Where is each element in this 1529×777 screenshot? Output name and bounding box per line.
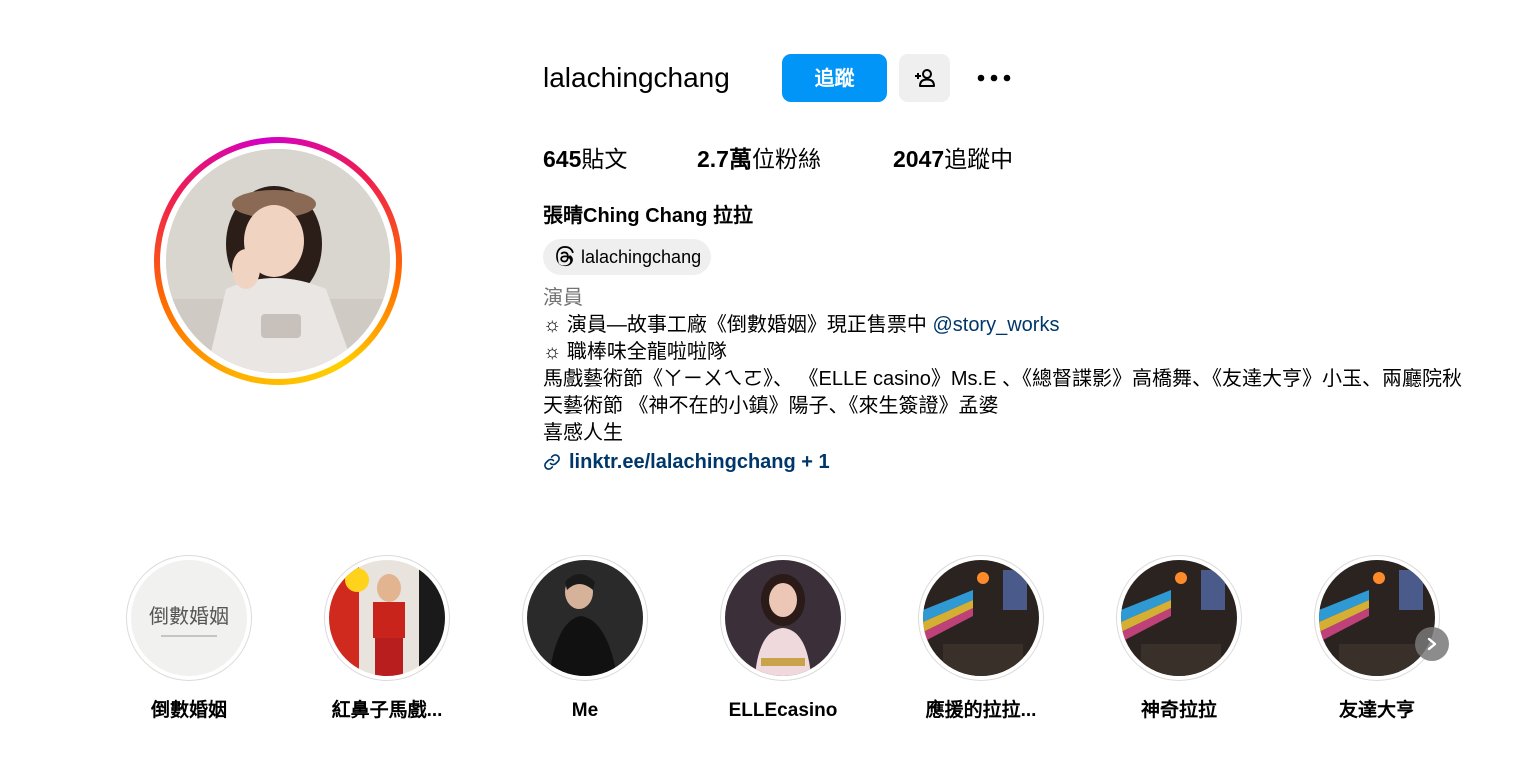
highlight-item[interactable]: Me	[515, 555, 655, 723]
posts-count: 645	[543, 146, 582, 172]
chevron-right-icon	[1427, 637, 1437, 651]
profile-avatar[interactable]	[154, 137, 402, 385]
highlight-item[interactable]: 應援的拉拉...	[911, 555, 1051, 723]
highlight-cover	[923, 560, 1039, 676]
highlight-label: 神奇拉拉	[1140, 700, 1217, 721]
posts-stat[interactable]: 645貼文	[543, 145, 627, 173]
following-count: 2047	[893, 146, 945, 172]
username: lalachingchang	[543, 62, 730, 93]
bio-line-4: 喜感人生	[543, 422, 623, 444]
highlight-label: 友達大亨	[1338, 700, 1415, 721]
highlight-cover-image	[329, 560, 445, 676]
bio-line-1: ☼ 演員—故事工廠《倒數婚姻》現正售票中 @story_works	[543, 312, 1473, 339]
posts-label: 貼文	[581, 146, 628, 172]
bio-line-3: 馬戲藝術節《ㄚㄧㄨㄟㄛ》、 《ELLE casino》Ms.E 、《總督諜影》高…	[543, 368, 1462, 417]
highlight-cover-image	[1121, 560, 1237, 676]
highlight-cover-text: 倒數婚姻	[149, 604, 229, 628]
threads-link[interactable]: lalachingchang	[543, 239, 712, 275]
highlight-label: 紅鼻子馬戲...	[331, 700, 443, 721]
followers-stat[interactable]: 2.7萬位粉絲	[697, 145, 821, 173]
highlight-cover-image	[1319, 560, 1435, 676]
highlight-cover-image	[923, 560, 1039, 676]
highlight-cover	[725, 560, 841, 676]
avatar-image	[166, 149, 390, 373]
highlight-cover	[1121, 560, 1237, 676]
link-icon	[544, 454, 560, 470]
highlight-item[interactable]: 神奇拉拉	[1109, 555, 1249, 723]
highlight-item[interactable]: 紅鼻子馬戲...	[317, 555, 457, 723]
bio-line-2: ☼ 職棒味全龍啦啦隊	[543, 341, 727, 363]
highlight-cover	[329, 560, 445, 676]
highlight-cover	[1319, 560, 1435, 676]
highlight-label: ELLEcasino	[728, 700, 838, 721]
highlights-next-button[interactable]	[1415, 627, 1449, 661]
avatar-photo	[166, 149, 390, 373]
highlight-cover: 倒數婚姻	[131, 560, 247, 676]
highlight-cover-image	[725, 560, 841, 676]
highlight-cover-image	[527, 560, 643, 676]
link-text: linktr.ee/lalachingchang + 1	[569, 450, 830, 473]
person-plus-icon	[914, 69, 935, 87]
category-label: 演員	[543, 287, 583, 309]
highlight-label: Me	[571, 700, 599, 721]
profile-page: lalachingchang 追蹤 645貼文 2.7萬位粉絲 2047追蹤中 …	[0, 0, 1529, 777]
highlight-cover	[527, 560, 643, 676]
followers-count: 2.7萬	[697, 146, 752, 172]
threads-icon	[556, 246, 574, 267]
following-label: 追蹤中	[944, 146, 1014, 172]
highlight-label: 倒數婚姻	[150, 700, 227, 721]
highlight-label: 應援的拉拉...	[925, 700, 1037, 721]
threads-handle: lalachingchang	[581, 246, 702, 267]
bio: 演員 ☼ 演員—故事工廠《倒數婚姻》現正售票中 @story_works ☼ 職…	[543, 285, 1473, 447]
bio-line-1-text: ☼ 演員—故事工廠《倒數婚姻》現正售票中	[543, 314, 933, 336]
suggest-similar-button[interactable]	[899, 54, 950, 102]
following-stat[interactable]: 2047追蹤中	[893, 145, 1013, 173]
highlight-item[interactable]: ELLEcasino	[713, 555, 853, 723]
mention-link[interactable]: @story_works	[932, 314, 1059, 336]
external-link[interactable]: linktr.ee/lalachingchang + 1	[543, 450, 830, 474]
follow-button[interactable]: 追蹤	[782, 54, 887, 102]
highlight-item[interactable]: 倒數婚姻 倒數婚姻	[119, 555, 259, 723]
full-name: 張晴Ching Chang 拉拉	[543, 205, 753, 227]
more-options-button[interactable]	[972, 62, 1016, 94]
more-horizontal-icon	[977, 74, 1011, 82]
followers-label: 位粉絲	[751, 146, 821, 172]
highlight-cover-image: 倒數婚姻	[131, 560, 247, 676]
